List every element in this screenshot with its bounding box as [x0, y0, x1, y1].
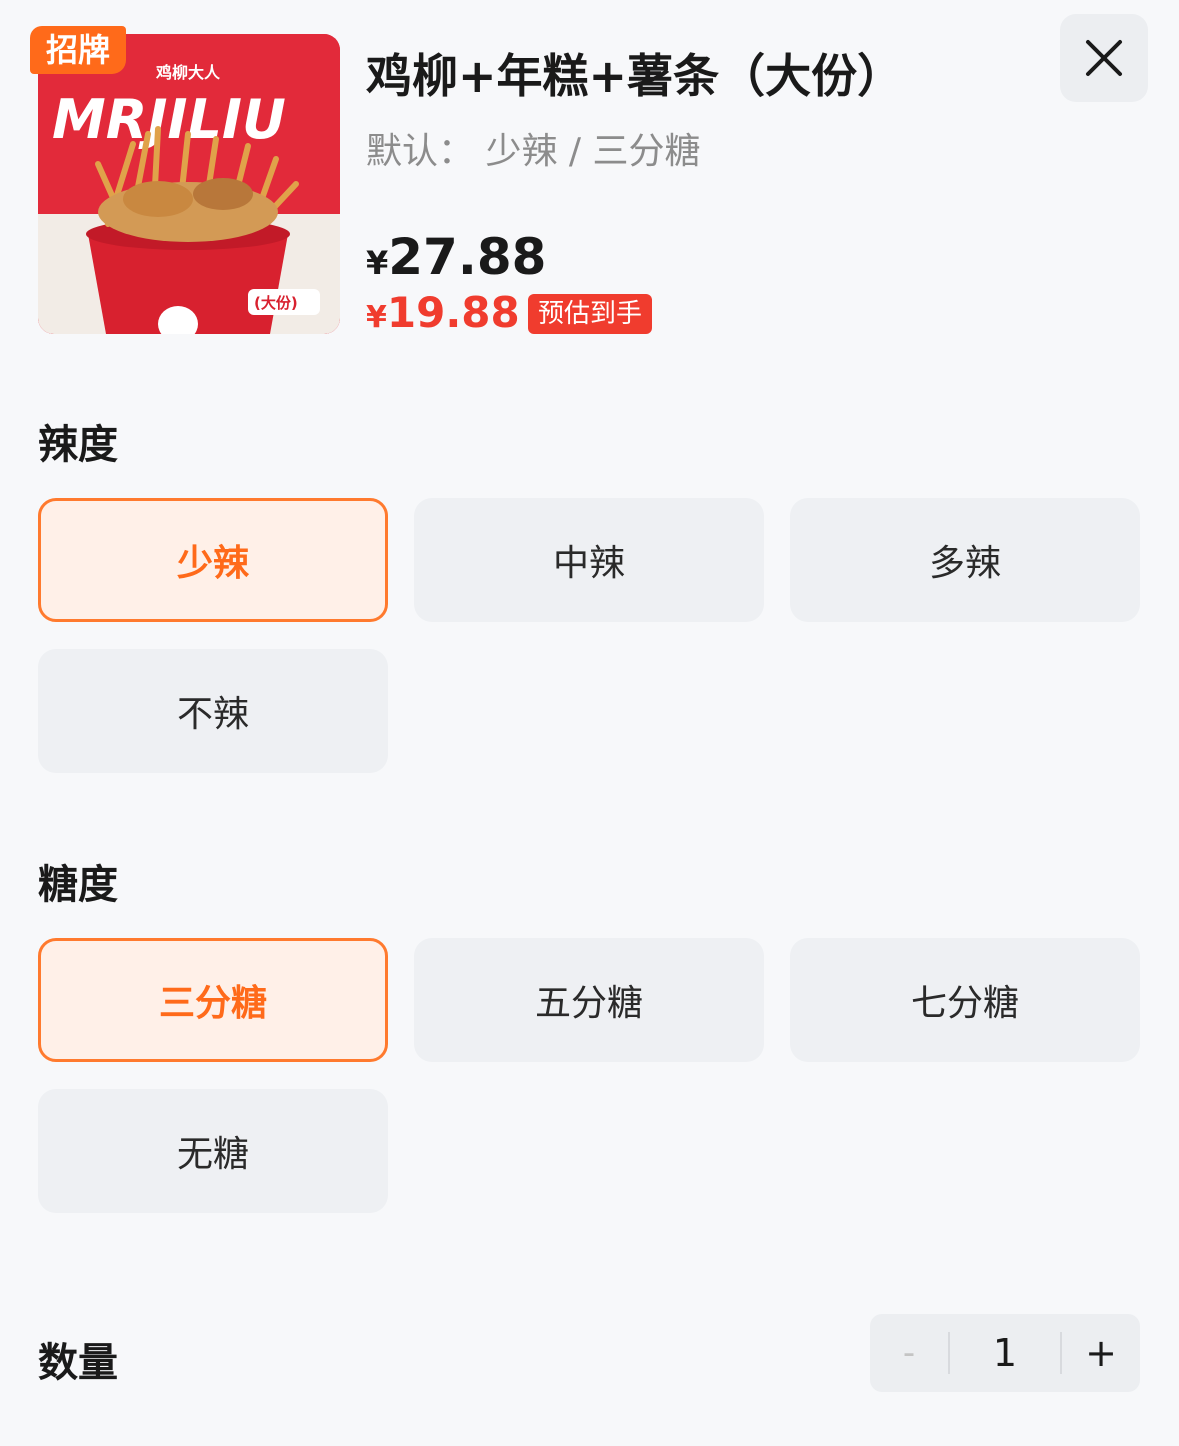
close-icon: [1086, 40, 1122, 76]
original-price: ¥27.88: [366, 228, 546, 286]
signature-badge: 招牌: [30, 26, 126, 74]
product-image: 鸡柳大人 MRJILIU (大份): [38, 34, 340, 334]
currency-symbol: ¥: [366, 244, 389, 282]
increment-button[interactable]: +: [1062, 1314, 1140, 1392]
estimated-price-tag: 预估到手: [528, 294, 653, 334]
quantity-stepper: - 1 +: [870, 1314, 1140, 1392]
product-header: 鸡柳大人 MRJILIU (大份) 招牌 鸡柳+年糕+薯条（大份） 默认： 少辣…: [0, 0, 1179, 360]
currency-symbol: ¥: [366, 300, 387, 335]
image-brand-cn: 鸡柳大人: [155, 63, 221, 82]
spicy-section-title: 辣度: [38, 422, 118, 468]
spicy-option-none[interactable]: 不辣: [38, 649, 388, 773]
sugar-option-50[interactable]: 五分糖: [414, 938, 764, 1062]
image-brand-en: MRJILIU: [52, 88, 286, 151]
product-title: 鸡柳+年糕+薯条（大份）: [366, 49, 904, 103]
close-button[interactable]: [1060, 14, 1148, 102]
spicy-option-medium[interactable]: 中辣: [414, 498, 764, 622]
spicy-option-hot[interactable]: 多辣: [790, 498, 1140, 622]
quantity-value[interactable]: 1: [948, 1331, 1062, 1375]
sugar-section-title: 糖度: [38, 862, 118, 908]
estimated-price-value: 19.88: [386, 288, 520, 337]
sugar-option-70[interactable]: 七分糖: [790, 938, 1140, 1062]
estimated-price: ¥19.88: [366, 288, 520, 337]
original-price-value: 27.88: [388, 228, 547, 286]
decrement-button[interactable]: -: [870, 1314, 948, 1392]
quantity-title: 数量: [38, 1340, 118, 1386]
image-size-tag: (大份): [254, 294, 298, 312]
spicy-option-mild[interactable]: 少辣: [38, 498, 388, 622]
sugar-option-30[interactable]: 三分糖: [38, 938, 388, 1062]
default-spec: 默认： 少辣 / 三分糖: [366, 131, 701, 172]
sugar-option-none[interactable]: 无糖: [38, 1089, 388, 1213]
